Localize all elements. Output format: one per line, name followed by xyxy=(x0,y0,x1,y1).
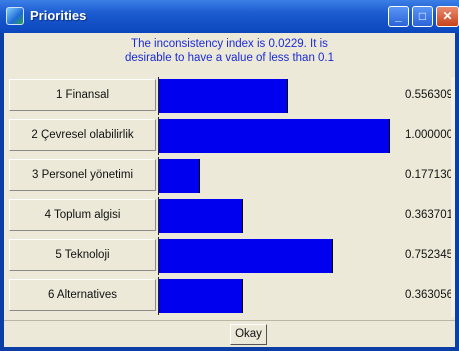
priority-value: 1.000000 xyxy=(405,129,453,141)
priority-bar xyxy=(159,239,333,273)
priority-row: 3 Personel yönetimi 0.177130 xyxy=(4,157,455,195)
row-label-button[interactable]: 5 Teknoloji xyxy=(9,239,156,271)
message-line-2: desirable to have a value of less than 0… xyxy=(124,52,335,64)
bar-area xyxy=(158,237,392,275)
inconsistency-message: The inconsistency index is 0.0229. It is… xyxy=(4,37,455,65)
bar-area xyxy=(158,197,392,235)
priority-bar xyxy=(159,119,390,153)
priority-row: 4 Toplum algisi 0.363701 xyxy=(4,197,455,235)
minimize-button[interactable]: _ xyxy=(388,6,409,27)
priority-bar xyxy=(159,159,200,193)
priority-bar xyxy=(159,279,243,313)
row-label-button[interactable]: 3 Personel yönetimi xyxy=(9,159,156,191)
priority-value: 0.177130 xyxy=(405,169,453,181)
window-title: Priorities xyxy=(30,8,87,23)
priority-bar xyxy=(159,79,288,113)
row-label-button[interactable]: 2 Çevresel olabilirlik xyxy=(9,119,156,151)
divider xyxy=(4,320,455,321)
priority-value: 0.752345 xyxy=(405,249,453,261)
bar-area xyxy=(158,277,392,315)
priority-row: 5 Teknoloji 0.752345 xyxy=(4,237,455,275)
vertical-scrollbar[interactable] xyxy=(451,77,455,317)
row-label-button[interactable]: 4 Toplum algisi xyxy=(9,199,156,231)
row-label-button[interactable]: 1 Finansal xyxy=(9,79,156,111)
dialog-body: The inconsistency index is 0.0229. It is… xyxy=(4,33,455,347)
maximize-button[interactable]: □ xyxy=(412,6,433,27)
message-line-1: The inconsistency index is 0.0229. It is xyxy=(131,38,328,50)
row-label-button[interactable]: 6 Alternatives xyxy=(9,279,156,311)
priority-row: 6 Alternatives 0.363056 xyxy=(4,277,455,315)
bar-area xyxy=(158,117,392,155)
priority-bar xyxy=(159,199,243,233)
priority-value: 0.556309 xyxy=(405,89,453,101)
bar-area xyxy=(158,157,392,195)
priority-value: 0.363701 xyxy=(405,209,453,221)
close-button[interactable]: ✕ xyxy=(436,6,459,27)
priority-value: 0.363056 xyxy=(405,289,453,301)
app-icon xyxy=(6,7,24,25)
title-bar[interactable]: Priorities _ □ ✕ xyxy=(0,0,459,33)
bar-area xyxy=(158,77,392,115)
priority-row: 2 Çevresel olabilirlik 1.000000 xyxy=(4,117,455,155)
priorities-window: Priorities _ □ ✕ The inconsistency index… xyxy=(0,0,459,351)
okay-button[interactable]: Okay xyxy=(230,324,267,345)
priority-row: 1 Finansal 0.556309 xyxy=(4,77,455,115)
